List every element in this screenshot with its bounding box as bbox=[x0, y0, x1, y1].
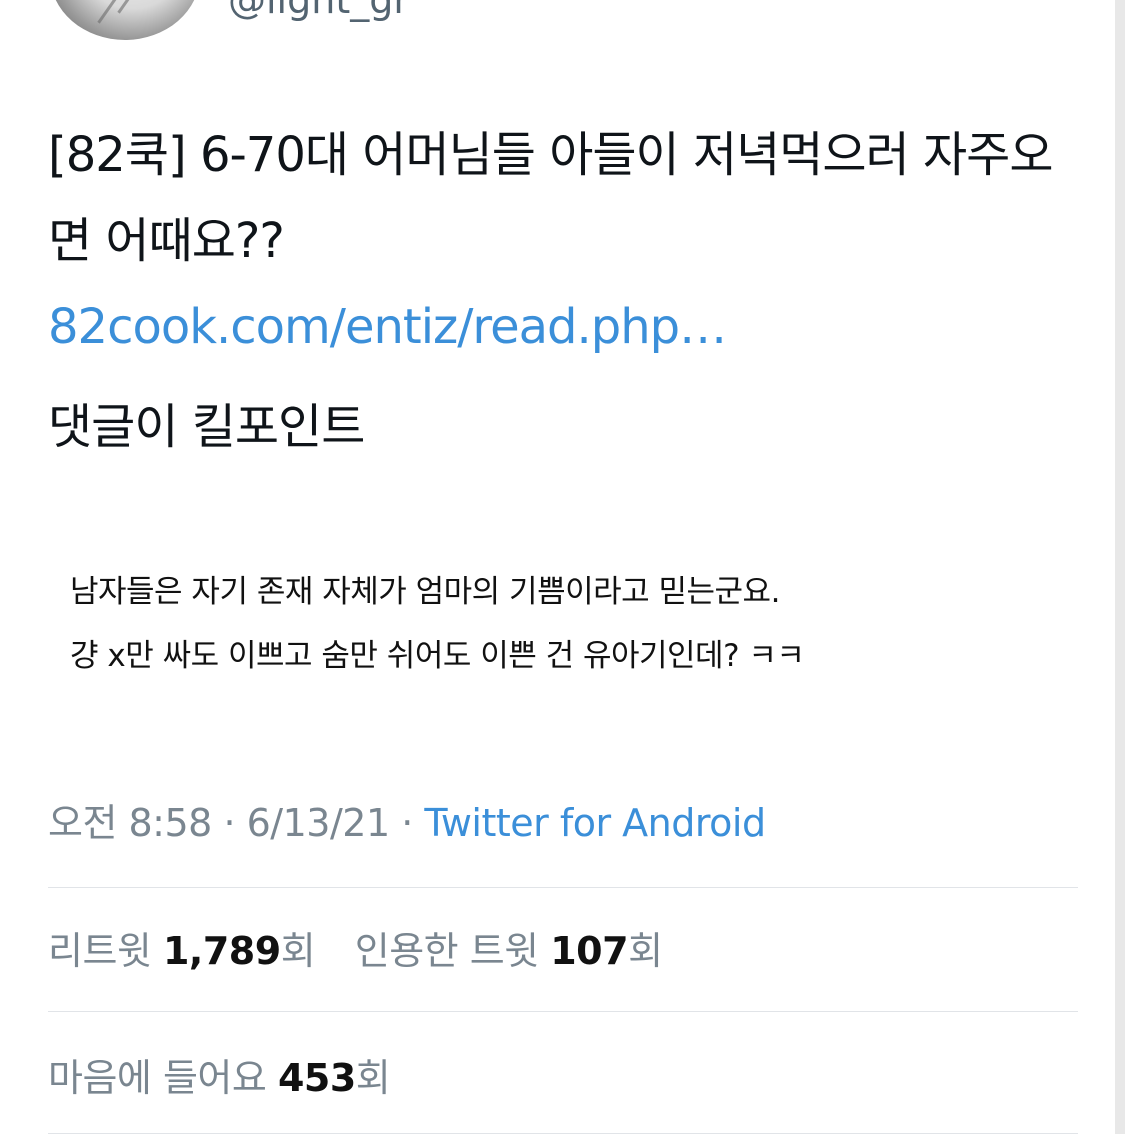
tweet-link[interactable]: 82cook.com/entiz/read.php… bbox=[48, 284, 1078, 370]
engagement-stats: 리트윗 1,789회 인용한 트윗 107회 bbox=[48, 920, 691, 975]
quotes-label: 인용한 트윗 bbox=[354, 929, 539, 973]
tweet-time[interactable]: 오전 8:58 bbox=[48, 801, 212, 845]
tweet-meta: 오전 8:58 · 6/13/21 · Twitter for Android bbox=[48, 792, 766, 847]
likes-stat[interactable]: 마음에 들어요 453회 bbox=[48, 1047, 391, 1102]
avatar[interactable] bbox=[50, 0, 200, 40]
likes-label: 마음에 들어요 bbox=[48, 1056, 267, 1100]
scrollbar[interactable] bbox=[1115, 0, 1125, 1134]
divider bbox=[48, 1011, 1078, 1012]
image-text-line: 남자들은 자기 존재 자체가 엄마의 기쁨이라고 믿는군요. bbox=[70, 574, 780, 610]
avatar-artwork bbox=[117, 0, 166, 14]
retweets-count: 1,789 bbox=[162, 929, 281, 973]
tweet-source[interactable]: Twitter for Android bbox=[424, 801, 766, 845]
retweets-unit: 회 bbox=[280, 929, 316, 973]
quotes-stat[interactable]: 인용한 트윗 107회 bbox=[355, 920, 663, 975]
image-text-line: 걍 x만 싸도 이쁘고 숨만 쉬어도 이쁜 건 유아기인데? ㅋㅋ bbox=[70, 638, 805, 674]
meta-separator: · bbox=[223, 801, 236, 845]
tweet-text: [82쿡] 6-70대 어머님들 아들이 저녁먹으러 자주오면 어때요?? bbox=[48, 127, 1053, 269]
attached-image-text[interactable]: 남자들은 자기 존재 자체가 엄마의 기쁨이라고 믿는군요. 걍 x만 싸도 이… bbox=[70, 560, 1070, 688]
retweets-label: 리트윗 bbox=[48, 929, 152, 973]
quotes-count: 107 bbox=[550, 929, 629, 973]
retweets-stat[interactable]: 리트윗 1,789회 bbox=[48, 920, 316, 975]
user-handle[interactable]: @light_gr bbox=[228, 0, 409, 22]
tweet-body: [82쿡] 6-70대 어머님들 아들이 저녁먹으러 자주오면 어때요?? 82… bbox=[48, 112, 1078, 470]
meta-separator: · bbox=[401, 801, 413, 845]
tweet-extra-text: 댓글이 킬포인트 bbox=[48, 399, 365, 455]
divider bbox=[48, 887, 1078, 888]
tweet-date[interactable]: 6/13/21 bbox=[247, 801, 391, 845]
quotes-unit: 회 bbox=[628, 929, 663, 973]
likes-row: 마음에 들어요 453회 bbox=[48, 1047, 418, 1102]
likes-count: 453 bbox=[277, 1056, 356, 1100]
likes-unit: 회 bbox=[355, 1056, 391, 1100]
